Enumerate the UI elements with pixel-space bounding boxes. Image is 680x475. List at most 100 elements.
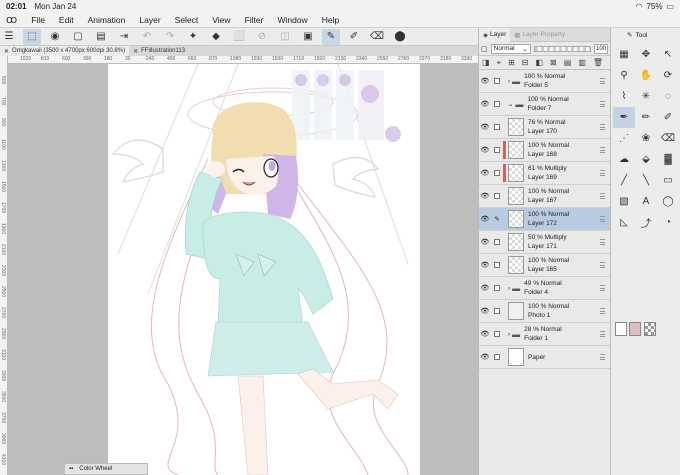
visibility-eye-icon[interactable]: 👁 xyxy=(479,284,491,292)
deselect-icon[interactable]: ⊘ xyxy=(253,29,271,45)
gradient-icon[interactable]: ▓ xyxy=(657,149,679,170)
figure-icon[interactable]: ╱ xyxy=(613,170,635,191)
drag-handle-icon[interactable] xyxy=(600,193,605,199)
menu-animation[interactable]: Animation xyxy=(88,15,126,25)
delete-layer-icon[interactable]: 🗑 xyxy=(593,58,603,67)
layer-row[interactable]: 👁 61 % Multiply Layer 169 xyxy=(479,162,610,185)
close-icon[interactable]: ✕ xyxy=(4,48,9,55)
menu-file[interactable]: File xyxy=(31,15,45,25)
close-icon[interactable]: ✕ xyxy=(133,48,138,55)
layer-lock-checkbox[interactable] xyxy=(491,354,503,360)
menu-view[interactable]: View xyxy=(212,15,230,25)
chevron-down-icon[interactable]: ⌄ xyxy=(508,100,513,108)
new-folder-icon[interactable]: ▥ xyxy=(578,58,586,67)
eraser-tool-icon[interactable]: ⌫ xyxy=(657,128,679,149)
tab-layer-property[interactable]: ▦ Layer Property xyxy=(510,28,569,42)
menu-edit[interactable]: Edit xyxy=(59,15,74,25)
ruler-icon[interactable]: ⊠ xyxy=(550,58,557,67)
zoom-icon[interactable]: ⚲ xyxy=(613,65,635,86)
opacity-slider[interactable] xyxy=(533,45,591,52)
line-icon[interactable]: ╲ xyxy=(635,170,657,191)
color-icon[interactable]: ⬤ xyxy=(391,29,409,45)
subtool-drawer-icon[interactable]: ▦ xyxy=(613,44,635,65)
drag-handle-icon[interactable] xyxy=(600,354,605,360)
canvas-area[interactable] xyxy=(8,64,478,475)
layer-row[interactable]: 👁 Paper xyxy=(479,346,610,369)
ruler-visibility-icon[interactable]: ◉ xyxy=(46,29,64,45)
lasso-icon[interactable]: ◌ xyxy=(657,86,679,107)
layer-row[interactable]: 👁 › ▬ 49 % Normal Folder 4 xyxy=(479,277,610,300)
palette-color-icon[interactable]: ▢ xyxy=(481,45,488,53)
export-icon[interactable]: ⇥ xyxy=(115,29,133,45)
menu-help[interactable]: Help xyxy=(322,15,339,25)
transparent-color-swatch[interactable] xyxy=(644,322,656,336)
layer-lock-checkbox[interactable]: ✎ xyxy=(491,215,503,223)
layer-row[interactable]: 👁 100 % Normal Layer 165 xyxy=(479,254,610,277)
pen-stroke-icon[interactable]: ✎ xyxy=(322,28,340,45)
eyedropper-icon[interactable]: ⌇ xyxy=(613,86,635,107)
layer-lock-checkbox[interactable] xyxy=(491,78,503,84)
reference-icon[interactable]: ⌖ xyxy=(497,58,502,68)
decoration-icon[interactable]: ❀ xyxy=(635,128,657,149)
hamburger-menu-icon[interactable]: ☰ xyxy=(0,29,18,45)
ruler-top[interactable]: 1020 810 600 390 180 30 240 450 660 870 1080 1290 15… xyxy=(8,56,478,64)
pencil-tool-icon[interactable]: ✏ xyxy=(635,107,657,128)
drag-handle-icon[interactable] xyxy=(600,78,605,84)
layer-lock-checkbox[interactable] xyxy=(491,331,503,337)
drag-handle-icon[interactable] xyxy=(600,308,605,314)
fill-tool-icon[interactable]: ⬙ xyxy=(635,149,657,170)
pen-tool-icon[interactable]: ✒ xyxy=(613,107,635,128)
drag-handle-icon[interactable] xyxy=(600,124,605,130)
shape-icon[interactable]: ▭ xyxy=(657,170,679,191)
airbrush-icon[interactable]: ⋰ xyxy=(613,128,635,149)
layer-row[interactable]: 👁 50 % Multiply Layer 171 xyxy=(479,231,610,254)
chevron-right-icon[interactable]: › xyxy=(508,78,510,85)
brush-tool-icon[interactable]: ✐ xyxy=(657,107,679,128)
hand-icon[interactable]: ✋ xyxy=(635,65,657,86)
visibility-eye-icon[interactable]: 👁 xyxy=(479,100,491,108)
visibility-eye-icon[interactable]: 👁 xyxy=(479,146,491,154)
visibility-eye-icon[interactable]: 👁 xyxy=(479,307,491,315)
fill-icon[interactable]: ◆ xyxy=(207,29,225,45)
ruler-tool-icon[interactable]: ◺ xyxy=(613,212,635,233)
layer-row[interactable]: 👁 ⌄ ▬ 100 % Normal Folder 7 xyxy=(479,93,610,116)
canvas-paper[interactable] xyxy=(108,64,420,475)
layer-lock-checkbox[interactable] xyxy=(491,147,503,153)
layer-row[interactable]: 👁 100 % Normal Layer 168 xyxy=(479,139,610,162)
save-icon[interactable]: ▤ xyxy=(92,29,110,45)
visibility-eye-icon[interactable]: 👁 xyxy=(479,123,491,131)
redo-icon[interactable]: ↷ xyxy=(161,29,179,45)
layer-lock-checkbox[interactable] xyxy=(491,124,503,130)
visibility-eye-icon[interactable]: 👁 xyxy=(479,238,491,246)
chevron-right-icon[interactable]: › xyxy=(508,331,510,338)
layer-row[interactable]: 👁 100 % Normal Layer 167 xyxy=(479,185,610,208)
color-wheel-panel[interactable]: ▪▪ Color Wheel xyxy=(64,463,148,475)
text-tool-icon[interactable]: A xyxy=(635,191,657,212)
panel-handle-icon[interactable]: ▪▪ xyxy=(69,466,73,472)
menu-window[interactable]: Window xyxy=(277,15,307,25)
blend-mode-select[interactable]: Normal ⌄ xyxy=(490,43,531,54)
chevron-right-icon[interactable]: › xyxy=(508,285,510,292)
layer-lock-checkbox[interactable] xyxy=(491,193,503,199)
layer-lock-checkbox[interactable] xyxy=(491,285,503,291)
visibility-eye-icon[interactable]: 👁 xyxy=(479,169,491,177)
ruler-left[interactable]: 500 700 900 1100 1300 1500 1700 1900 2100 2300 250… xyxy=(0,56,8,475)
layer-lock-checkbox[interactable] xyxy=(491,308,503,314)
tab-layer[interactable]: ◈ Layer xyxy=(479,27,511,42)
layer-lock-checkbox[interactable] xyxy=(491,170,503,176)
clear-icon[interactable]: ✦ xyxy=(184,29,202,45)
layer-row[interactable]: 👁 ✎ 100 % Normal Layer 172 xyxy=(479,208,610,231)
menu-layer[interactable]: Layer xyxy=(139,15,160,25)
new-file-icon[interactable]: ▢ xyxy=(69,29,87,45)
visibility-eye-icon[interactable]: 👁 xyxy=(479,77,491,85)
menu-filter[interactable]: Filter xyxy=(245,15,264,25)
operation-icon[interactable]: ↖ xyxy=(657,44,679,65)
visibility-eye-icon[interactable]: 👁 xyxy=(479,215,491,223)
brush-stroke-icon[interactable]: ✐ xyxy=(345,29,363,45)
drag-handle-icon[interactable] xyxy=(600,239,605,245)
blend-tool-icon[interactable]: ☁ xyxy=(613,149,635,170)
drag-handle-icon[interactable] xyxy=(600,170,605,176)
new-layer-icon[interactable]: ▤ xyxy=(564,58,572,67)
balloon-icon[interactable]: ◯ xyxy=(657,191,679,212)
frame-icon[interactable]: ▧ xyxy=(613,191,635,212)
